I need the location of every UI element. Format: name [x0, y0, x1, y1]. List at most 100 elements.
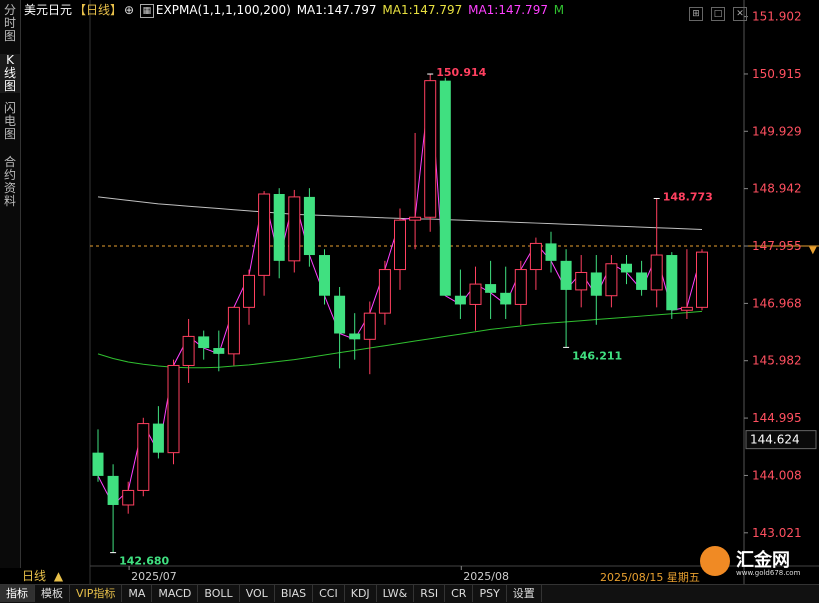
- x-tick-label: 2025/08: [463, 570, 509, 583]
- symbol-name[interactable]: 美元日元: [24, 3, 72, 17]
- candle-body-up: [243, 274, 255, 308]
- candle-body-down: [152, 423, 164, 453]
- candle-body-up: [696, 251, 708, 308]
- indicator-tab[interactable]: 设置: [507, 585, 542, 602]
- period-label[interactable]: 【日线】: [74, 3, 122, 17]
- indicator-tab[interactable]: 模板: [35, 585, 70, 602]
- indicator-tab[interactable]: PSY: [473, 585, 507, 602]
- grid-icon[interactable]: ⊞: [689, 7, 703, 21]
- side-tab-2[interactable]: 闪电图: [0, 102, 20, 141]
- indicator-tab[interactable]: CCI: [313, 585, 345, 602]
- candle: [409, 132, 422, 250]
- price-axis: 151.902 150.915 149.929 148.942 147.955 146.9…: [744, 10, 817, 540]
- candle: [198, 330, 210, 360]
- candle-body-down: [560, 260, 572, 290]
- indicator-tab[interactable]: BOLL: [198, 585, 240, 602]
- candle: [621, 255, 632, 285]
- indicator-tab[interactable]: LW&: [377, 585, 415, 602]
- indicator-tab[interactable]: RSI: [414, 585, 446, 602]
- candle-body-down: [590, 272, 602, 296]
- side-tab-0[interactable]: 分时图: [0, 4, 20, 43]
- candle: [454, 269, 466, 319]
- indicator-tab[interactable]: MA: [122, 585, 153, 602]
- candle-body-up: [288, 196, 301, 262]
- candle-body-up: [650, 254, 663, 291]
- y-tick-label: 144.008: [752, 468, 802, 482]
- indicator-tab[interactable]: 指标: [0, 585, 35, 602]
- arrow-up-icon: ▲: [53, 569, 64, 583]
- candle-body-down: [666, 255, 678, 311]
- candle: [575, 255, 588, 308]
- settings-box-icon[interactable]: ▦: [139, 3, 154, 18]
- candle-body-down: [319, 255, 330, 296]
- candle: [243, 269, 255, 325]
- candle: [424, 74, 437, 232]
- side-tab-1[interactable]: K线图: [0, 54, 20, 93]
- candle-body-down: [334, 295, 346, 334]
- y-tick-label: 146.968: [752, 296, 802, 310]
- indicator-tab[interactable]: KDJ: [345, 585, 377, 602]
- indicator-tab[interactable]: CR: [445, 585, 474, 602]
- candle-body-down: [621, 263, 632, 273]
- candle: [378, 260, 391, 325]
- candle-body-down: [303, 196, 315, 256]
- candle-body-down: [92, 452, 104, 476]
- indicator-tab[interactable]: VOL: [240, 585, 275, 602]
- chart-header: 美元日元 【日线】 ⊕ ▦ EXPMA(1,1,1,100,200) MA1:147.…: [24, 1, 566, 19]
- candle: [152, 406, 164, 459]
- logo-icon: [700, 546, 730, 576]
- window-buttons: ⊞ □ ✕: [681, 1, 747, 21]
- candle-body-up: [227, 306, 240, 355]
- candle-body-up: [575, 271, 588, 291]
- zoom-icon[interactable]: ⊕: [124, 3, 134, 17]
- candle-body-up: [182, 335, 195, 366]
- close-icon[interactable]: ✕: [733, 7, 747, 21]
- candle: [666, 252, 678, 319]
- logo-url: www.gold678.com: [736, 569, 801, 577]
- candle-body-down: [273, 194, 285, 261]
- candle-body-down: [349, 333, 361, 340]
- candle: [696, 249, 708, 311]
- candle-body-down: [485, 284, 497, 293]
- candle: [167, 359, 180, 465]
- candle-body-up: [378, 269, 391, 314]
- candle: [500, 266, 512, 319]
- candle: [213, 330, 225, 372]
- candle-body-up: [363, 312, 376, 340]
- candlestick-chart[interactable]: 2025/07 2025/08 150.914 148.773 146.211 142.…: [0, 0, 819, 584]
- annotations: 150.914 148.773 146.211 142.680: [110, 66, 713, 568]
- indicator-tab[interactable]: MACD: [152, 585, 199, 602]
- candle: [288, 189, 301, 273]
- candle-body-down: [454, 295, 466, 305]
- candle-body-down: [107, 475, 119, 505]
- candle: [363, 301, 376, 375]
- period-selector[interactable]: 日线 ▲: [22, 568, 80, 584]
- y-tick-label: 147.955: [752, 239, 802, 253]
- candle: [349, 313, 361, 360]
- indicator-tab[interactable]: BIAS: [275, 585, 314, 602]
- candle: [590, 255, 602, 325]
- candle-body-up: [680, 306, 693, 311]
- extreme-label: 146.211: [572, 349, 622, 362]
- candle-body-down: [636, 272, 648, 290]
- candle: [439, 77, 451, 296]
- candle-body-down: [500, 292, 512, 305]
- candle-body-up: [409, 216, 422, 221]
- y-tick-label: 150.915: [752, 67, 802, 81]
- y-tick-label: 151.902: [752, 10, 802, 24]
- y-tick-label: 148.942: [752, 182, 802, 196]
- candle: [92, 429, 104, 482]
- candle-body-up: [469, 283, 482, 305]
- m-label: M: [553, 3, 565, 17]
- candle-body-down: [545, 243, 557, 261]
- square-icon[interactable]: □: [711, 7, 725, 21]
- candle: [319, 249, 330, 305]
- candle: [514, 260, 527, 325]
- indicator-tab[interactable]: VIP指标: [70, 585, 123, 602]
- current-date: 2025/08/15 星期五: [600, 571, 700, 584]
- current-price-arrow: ▼: [809, 245, 817, 256]
- candle-body-up: [394, 219, 406, 271]
- candle: [545, 231, 557, 273]
- ma1-value-a: MA1:147.797: [296, 3, 377, 17]
- side-tab-3[interactable]: 合约资料: [0, 156, 20, 208]
